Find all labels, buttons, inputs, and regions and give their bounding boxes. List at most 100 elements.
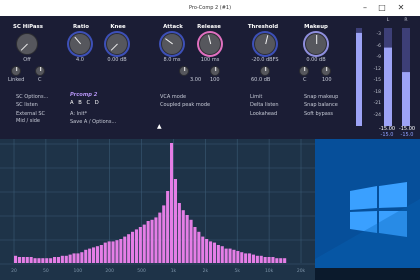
threshold-value: -20.0 dBFS: [251, 57, 279, 63]
program-name: Prcomp 2: [70, 92, 98, 98]
sc-hipass-value: Off: [23, 57, 31, 63]
knee-header: Knee: [110, 24, 126, 30]
spectrum-bar: [244, 253, 248, 263]
spectrum-bar: [255, 255, 259, 263]
meter-tick-label: -12: [373, 66, 381, 72]
spectrum-bar: [29, 257, 33, 263]
release-min-value: 3.00: [190, 77, 202, 83]
save-options-button[interactable]: Save A / Options...: [70, 119, 116, 125]
spectrum-bar: [263, 257, 267, 263]
spectrum-bar: [224, 248, 228, 263]
right-meter-bar: [402, 72, 410, 126]
meter-tick-label: -15: [373, 78, 381, 83]
spectrum-bar: [158, 212, 162, 263]
spectrum-bar: [33, 258, 37, 263]
threshold-range-knob[interactable]: [260, 66, 270, 76]
spectrum-bar: [119, 239, 123, 263]
sc-hipass-header: SC HiPass: [13, 24, 43, 30]
spectrum-bar: [240, 252, 244, 263]
spectrum-bar: [45, 258, 49, 263]
spectrum-bar: [127, 234, 131, 263]
attack-knob[interactable]: [161, 33, 183, 55]
meter-tick-label: -24: [373, 112, 381, 118]
spectrum-bar: [259, 255, 263, 263]
left-channel-label: L: [386, 18, 390, 23]
makeup-knob[interactable]: [305, 33, 327, 55]
spectrum-bar: [123, 236, 127, 263]
right-rms-value: -15.0: [400, 132, 414, 138]
program-slot-c[interactable]: C: [86, 100, 91, 106]
delta-listen-toggle[interactable]: Delta listen: [250, 102, 279, 108]
spectrum-bar: [56, 257, 60, 263]
release-value: 100 ms: [200, 57, 220, 63]
program-current[interactable]: A: Init*: [70, 111, 87, 117]
ratio-knob[interactable]: [69, 33, 91, 55]
freq-tick-label: 20: [11, 268, 17, 274]
makeup-c-knob[interactable]: [299, 66, 309, 76]
gr-meter-bar: [356, 32, 362, 126]
level-meters: L R -3 -6 -9 -12 -15 -18 -21 -24 -15.00 -15.0 -…: [355, 16, 420, 139]
freq-tick-label: 10k: [265, 268, 274, 274]
release-min-knob[interactable]: [179, 66, 189, 76]
spectrum-bar: [49, 258, 53, 263]
maximize-button[interactable]: □: [375, 0, 389, 16]
program-slot-d[interactable]: D: [95, 100, 100, 106]
spectrum-bar: [103, 242, 107, 263]
threshold-range-value: 60.0 dB: [251, 77, 271, 83]
program-slot-b[interactable]: B: [78, 100, 83, 106]
meter-tick-label: -6: [376, 43, 382, 49]
spectrum-bar: [80, 252, 84, 263]
right-channel-label: R: [404, 18, 408, 23]
makeup-range-knob[interactable]: [321, 66, 331, 76]
meter-tick-label: -21: [373, 101, 381, 106]
freq-tick-label: 1k: [171, 268, 177, 274]
knee-value: 0.00 dB: [107, 57, 127, 63]
windows-logo-icon: [315, 182, 420, 280]
close-button[interactable]: ✕: [394, 0, 408, 16]
meter-graphics: [356, 28, 410, 126]
vca-mode-toggle[interactable]: VCA mode: [160, 94, 186, 100]
left-meter-bar: [384, 47, 392, 126]
minimize-button[interactable]: –: [358, 0, 372, 16]
release-max-value: 100: [210, 77, 220, 83]
sc-hipass-knob[interactable]: [16, 33, 38, 55]
program-slot-a[interactable]: A: [70, 100, 75, 106]
spectrum-bar: [64, 255, 68, 263]
sc-listen-toggle[interactable]: SC listen: [16, 102, 38, 108]
spectrum-bar: [53, 257, 57, 263]
spectrum-bar: [248, 253, 252, 263]
release-max-knob[interactable]: [210, 66, 220, 76]
mid-side-toggle[interactable]: Mid / side: [16, 118, 40, 124]
meter-tick-label: -9: [376, 55, 382, 60]
sc-mix-knob[interactable]: [35, 66, 45, 76]
coupled-peak-toggle[interactable]: Coupled peak mode: [160, 102, 210, 108]
stereo-link-knob[interactable]: [11, 66, 21, 76]
limit-toggle[interactable]: Limit: [250, 94, 262, 100]
compressor-plugin: SC HiPass Ratio Knee Attack Release Thre…: [0, 16, 355, 139]
sc-options-button[interactable]: SC Options...: [16, 94, 48, 100]
spectrum-bar: [154, 217, 158, 263]
spectrum-bar: [131, 231, 135, 263]
spectrum-bar: [76, 253, 80, 263]
spectrum-bar: [142, 224, 146, 263]
snap-balance-toggle[interactable]: Snap balance: [304, 102, 338, 108]
release-header: Release: [197, 24, 221, 30]
snap-makeup-toggle[interactable]: Snap makeup: [304, 94, 338, 100]
release-knob[interactable]: [199, 33, 221, 55]
spectrum-bar: [138, 227, 142, 263]
spectrum-bar: [14, 255, 18, 263]
spectrum-bar: [107, 241, 111, 263]
knee-knob[interactable]: [106, 33, 128, 55]
external-sc-toggle[interactable]: External SC: [16, 111, 45, 117]
threshold-knob[interactable]: [254, 33, 276, 55]
makeup-header: Makeup: [304, 24, 328, 30]
spectrum-bar: [37, 258, 41, 263]
freq-tick-label: 5k: [234, 268, 240, 274]
spectrum-bar: [212, 242, 216, 263]
spectrum-bar: [181, 210, 185, 263]
lookahead-toggle[interactable]: Lookahead: [250, 111, 277, 117]
spectrum-bar: [60, 255, 64, 263]
freq-tick-label: 50: [43, 268, 49, 274]
soft-bypass-toggle[interactable]: Soft bypass: [304, 111, 333, 117]
spectrum-bar: [209, 241, 213, 263]
